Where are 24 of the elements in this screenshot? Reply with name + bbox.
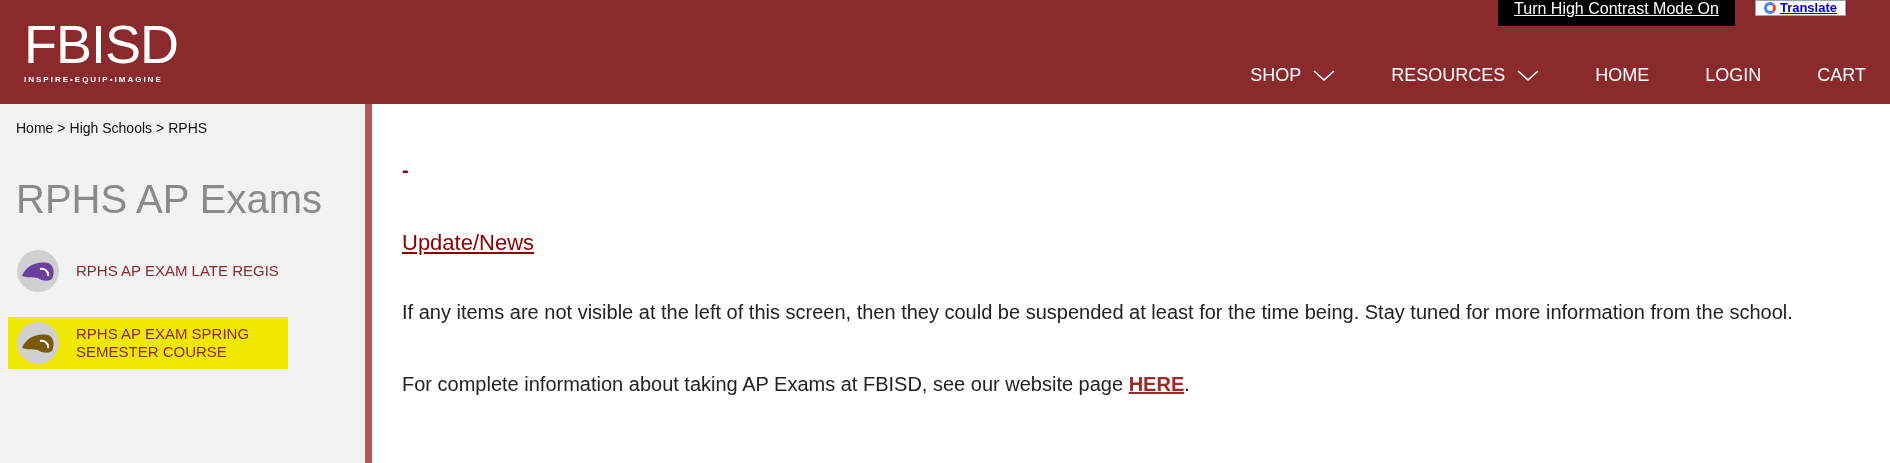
paragraph: For complete information about taking AP Exams at FBISD, see our website page HERE. [402, 372, 1191, 397]
high-contrast-button[interactable]: Turn High Contrast Mode On [1498, 0, 1735, 26]
breadcrumb-separator: > [156, 119, 165, 138]
page-title: RPHS AP Exams [16, 176, 324, 223]
sidebar-item[interactable]: RPHS AP EXAM SPRING SEMESTER COURSE [8, 317, 288, 369]
paragraph: If any items are not visible at the left of this screen, then they could be suspended at least for the time being. Stay tuned for more information from the school. [402, 300, 1794, 325]
nav-link[interactable]: CART [1817, 62, 1866, 89]
chevron-down-icon [1313, 69, 1336, 82]
breadcrumb-link[interactable]: High Schools [69, 118, 153, 139]
here-link[interactable]: HERE [1128, 373, 1185, 395]
breadcrumb-separator: > [57, 119, 66, 138]
chevron-down-icon [1517, 69, 1540, 82]
update-news-link[interactable]: Update/News [402, 226, 535, 259]
nav-link[interactable]: LOGIN [1705, 62, 1762, 89]
nav-link[interactable]: SHOP [1250, 62, 1336, 89]
dash-text: - [402, 158, 410, 182]
breadcrumb-link[interactable]: Home [16, 118, 54, 139]
breadcrumb-link[interactable]: RPHS [168, 118, 208, 139]
nav-link[interactable]: RESOURCES [1391, 62, 1540, 89]
sidebar-item[interactable]: RPHS AP EXAM LATE REGIS [16, 245, 296, 297]
google-icon [1763, 2, 1776, 14]
logo[interactable]: FBISD INSPIRE•EQUIP•IMAGINE [24, 0, 179, 86]
translate-button[interactable]: Translate [1754, 0, 1846, 16]
nav-link[interactable]: HOME [1595, 62, 1650, 89]
